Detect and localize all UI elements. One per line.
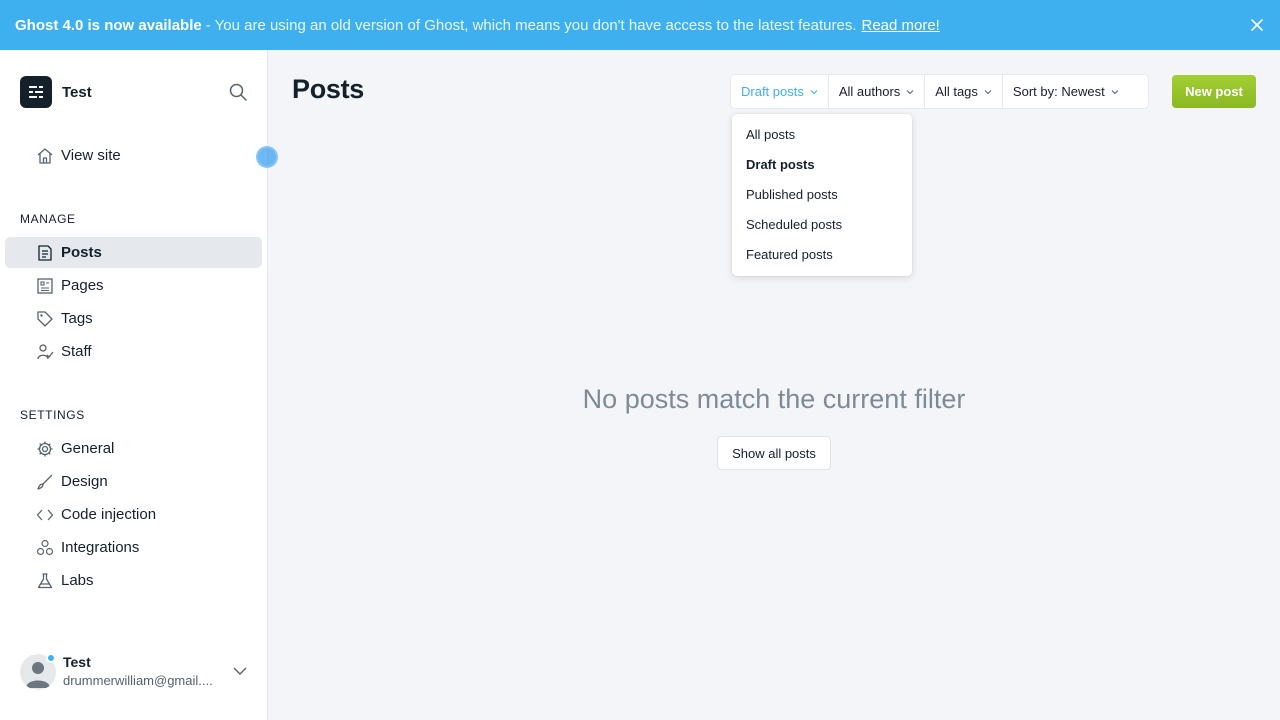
sidebar-item-label: Code injection	[61, 506, 157, 523]
sidebar-item-tags[interactable]: Tags	[5, 303, 262, 334]
banner-read-more-link[interactable]: Read more!	[861, 17, 939, 34]
tag-filter-label: All tags	[935, 84, 978, 99]
sidebar-item-label: Tags	[61, 310, 93, 327]
sidebar-item-view-site[interactable]: View site	[5, 140, 262, 171]
sidebar-item-label: Integrations	[61, 539, 140, 556]
author-filter[interactable]: All authors	[829, 75, 926, 108]
sidebar-item-label: Labs	[61, 572, 94, 589]
sidebar-item-pages[interactable]: Pages	[5, 270, 262, 301]
user-name: Test	[63, 654, 91, 670]
dropdown-option-published-posts[interactable]: Published posts	[746, 187, 838, 202]
section-label-settings: SETTINGS	[20, 408, 85, 422]
cursor-indicator	[256, 146, 278, 168]
sidebar-item-labs[interactable]: Labs	[5, 565, 262, 596]
sidebar-item-staff[interactable]: Staff	[5, 336, 262, 367]
tag-icon	[37, 311, 53, 327]
chevron-down-icon	[810, 89, 818, 94]
online-status-dot	[46, 653, 56, 663]
sort-filter[interactable]: Sort by: Newest	[1003, 75, 1129, 108]
banner-title: Ghost 4.0 is now available	[15, 16, 202, 34]
empty-state-message: No posts match the current filter	[582, 384, 966, 414]
dropdown-option-featured-posts[interactable]: Featured posts	[746, 247, 833, 262]
integrations-icon	[36, 539, 54, 556]
section-label-manage: MANAGE	[20, 212, 76, 226]
sidebar-item-label: Pages	[61, 277, 104, 294]
site-name: Test	[62, 83, 92, 101]
home-icon	[37, 148, 53, 164]
chevron-down-icon[interactable]	[232, 665, 248, 677]
new-post-button[interactable]: New post	[1172, 75, 1256, 108]
user-menu[interactable]: Test drummerwilliam@gmail....	[20, 651, 260, 691]
sidebar-item-posts[interactable]: Posts	[5, 237, 262, 268]
sidebar-item-label: Staff	[61, 343, 92, 360]
sidebar: Test View site MANAGE Posts Pages Tags S…	[0, 50, 278, 720]
update-banner: Ghost 4.0 is now available - You are usi…	[0, 0, 1280, 50]
flask-icon	[37, 573, 53, 589]
sidebar-item-integrations[interactable]: Integrations	[5, 532, 262, 563]
search-icon[interactable]	[228, 82, 248, 102]
post-type-filter-label: Draft posts	[741, 84, 804, 99]
sidebar-item-label: View site	[61, 147, 121, 164]
filter-bar: Draft posts All authors All tags Sort by…	[731, 75, 1148, 108]
pages-icon	[37, 278, 53, 294]
sidebar-item-label: Posts	[61, 244, 102, 261]
author-filter-label: All authors	[838, 84, 901, 99]
gear-icon	[37, 441, 53, 457]
site-brand[interactable]: Test	[20, 76, 92, 108]
sidebar-item-design[interactable]: Design	[5, 466, 262, 497]
brush-icon	[37, 474, 53, 490]
tag-filter[interactable]: All tags	[925, 75, 1003, 108]
dropdown-option-scheduled-posts[interactable]: Scheduled posts	[746, 217, 842, 232]
post-type-dropdown: All posts Draft posts Published posts Sc…	[732, 114, 912, 276]
code-icon	[36, 509, 54, 521]
close-icon[interactable]	[1249, 17, 1265, 33]
staff-icon	[37, 344, 54, 360]
sidebar-item-code-injection[interactable]: Code injection	[5, 499, 262, 530]
sidebar-item-label: Design	[61, 473, 108, 490]
chevron-down-icon	[906, 89, 914, 94]
post-type-filter[interactable]: Draft posts	[731, 75, 829, 108]
user-email: drummerwilliam@gmail....	[63, 673, 213, 688]
page-title: Posts	[292, 74, 365, 104]
banner-message: - You are using an old version of Ghost,…	[205, 16, 857, 34]
show-all-posts-button[interactable]: Show all posts	[717, 436, 831, 470]
chevron-down-icon	[1111, 89, 1119, 94]
sort-filter-label: Sort by: Newest	[1012, 84, 1105, 99]
chevron-down-icon	[984, 89, 992, 94]
dropdown-option-all-posts[interactable]: All posts	[746, 127, 795, 142]
dropdown-option-draft-posts[interactable]: Draft posts	[746, 157, 815, 172]
posts-icon	[38, 245, 52, 261]
sidebar-item-label: General	[61, 440, 115, 457]
sidebar-item-general[interactable]: General	[5, 433, 262, 464]
ghost-logo-icon	[20, 76, 52, 108]
